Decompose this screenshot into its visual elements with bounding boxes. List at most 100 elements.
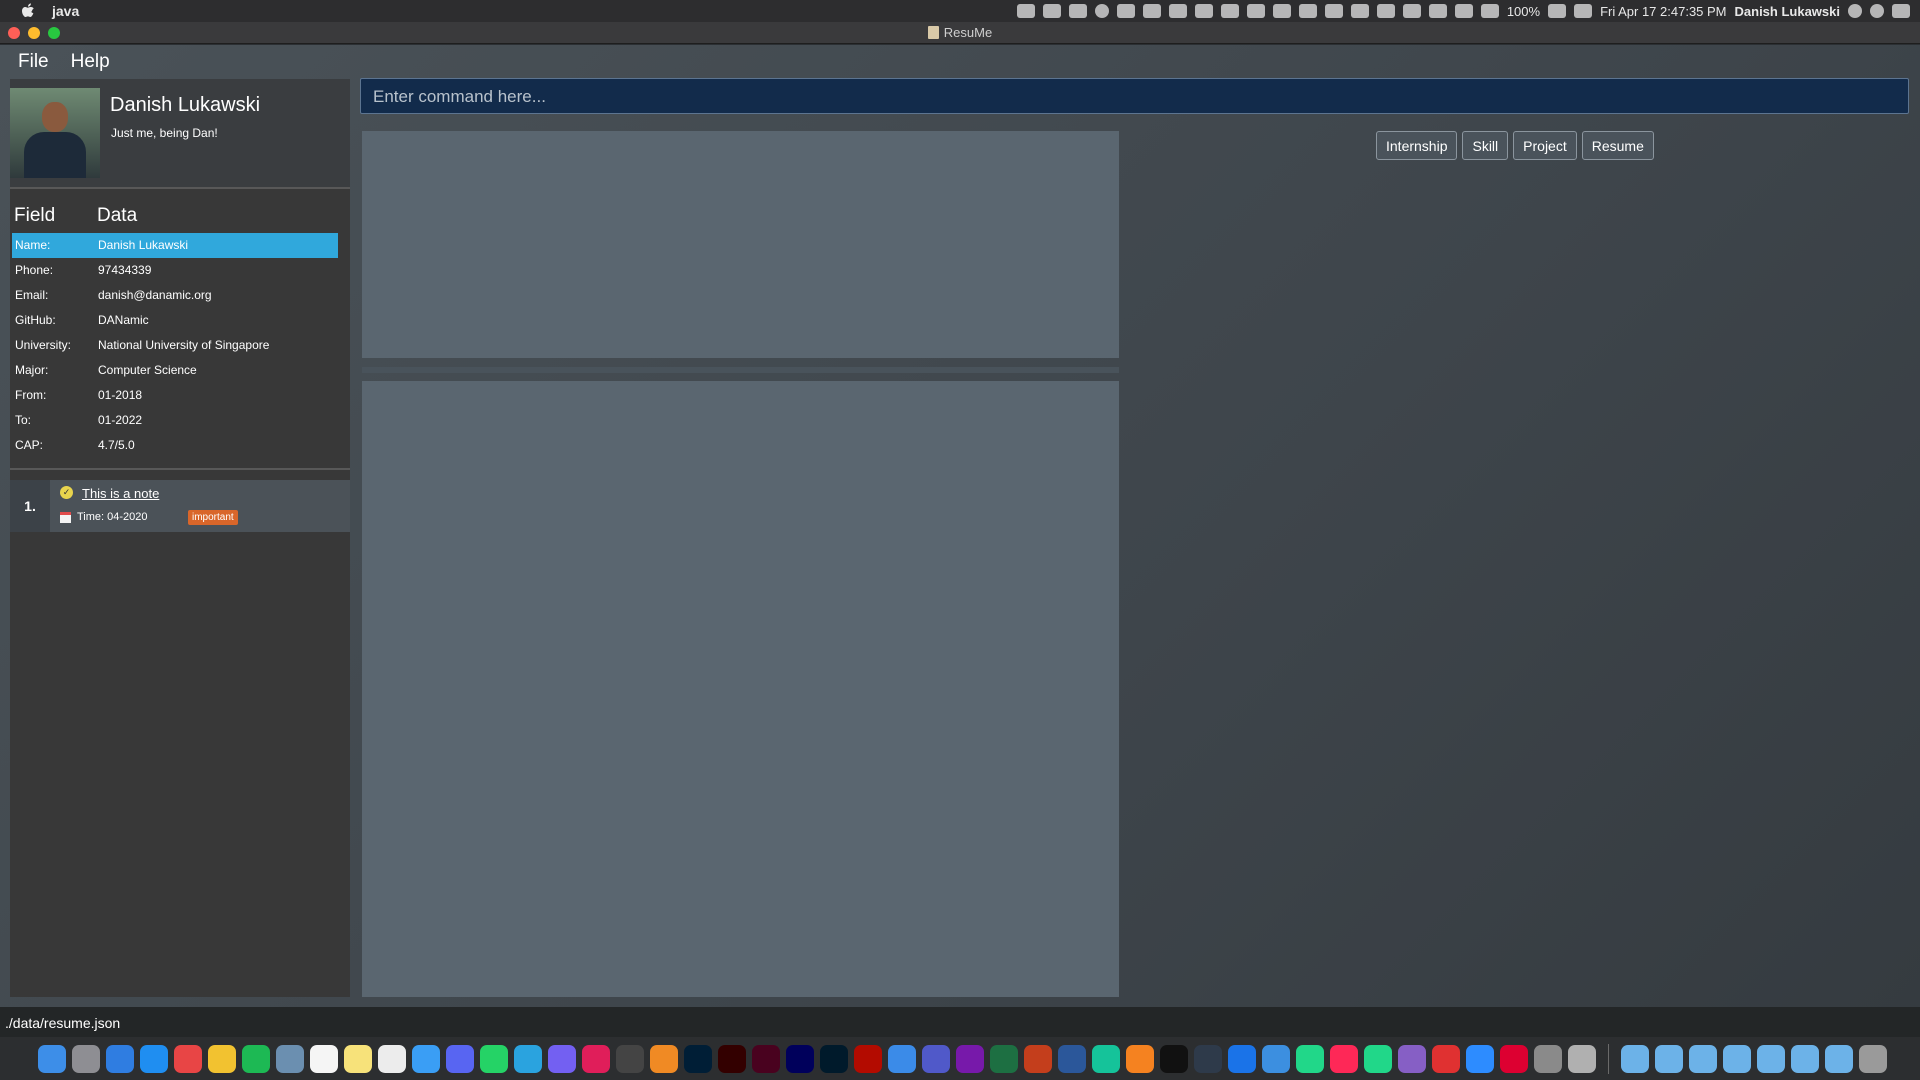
excel-icon[interactable] — [990, 1044, 1018, 1073]
grid-icon[interactable] — [1298, 4, 1317, 18]
column-header-field[interactable]: Field — [14, 205, 55, 227]
spotlight-search-icon[interactable] — [1848, 4, 1862, 18]
script-editor-icon[interactable] — [1568, 1044, 1596, 1073]
indesign-icon[interactable] — [752, 1044, 780, 1073]
project-button[interactable]: Project — [1513, 131, 1577, 160]
note-card[interactable]: 1. ✓ This is a note Time: 04-2020 import… — [10, 480, 350, 532]
table-row[interactable]: To: 01-2022 — [10, 408, 350, 433]
telegram-icon[interactable] — [514, 1044, 542, 1073]
internship-button[interactable]: Internship — [1376, 131, 1458, 160]
volume-icon[interactable] — [1574, 4, 1593, 18]
downloads-folder-icon[interactable] — [1723, 1044, 1751, 1073]
table-row[interactable]: University: National University of Singap… — [10, 333, 350, 358]
vpn-icon[interactable] — [1324, 4, 1343, 18]
preview-icon[interactable] — [276, 1044, 304, 1073]
backup-icon[interactable] — [1142, 4, 1161, 18]
word-icon[interactable] — [1058, 1044, 1086, 1073]
sync-icon[interactable] — [1094, 4, 1109, 18]
photos-icon[interactable] — [650, 1044, 678, 1073]
keynote-icon[interactable] — [888, 1044, 916, 1073]
onenote-icon[interactable] — [956, 1044, 984, 1073]
news-icon[interactable] — [174, 1044, 202, 1073]
location-icon[interactable] — [1016, 4, 1035, 18]
cloud-icon[interactable] — [1116, 4, 1135, 18]
clion-icon[interactable] — [1296, 1044, 1324, 1073]
notification-center-icon[interactable] — [1892, 4, 1910, 18]
menu-file[interactable]: File — [18, 51, 49, 73]
box-icon[interactable] — [1220, 4, 1239, 18]
command-input[interactable]: Enter command here... — [360, 78, 1909, 114]
sublime-icon[interactable] — [1126, 1044, 1154, 1073]
messages-icon[interactable] — [412, 1044, 440, 1073]
chrome-icon[interactable] — [208, 1044, 236, 1073]
zoom-icon[interactable] — [1466, 1044, 1494, 1073]
spotify-icon[interactable] — [242, 1044, 270, 1073]
menu-help[interactable]: Help — [71, 51, 110, 73]
terminal-icon[interactable] — [1160, 1044, 1188, 1073]
note-title[interactable]: This is a note — [82, 486, 159, 501]
calendar-app-icon[interactable] — [310, 1044, 338, 1073]
angular-icon[interactable] — [1500, 1044, 1528, 1073]
table-row[interactable]: Email: danish@danamic.org — [10, 283, 350, 308]
airplay-icon[interactable] — [1480, 4, 1499, 18]
bluetooth-icon[interactable] — [1402, 4, 1421, 18]
finder-icon[interactable] — [38, 1044, 66, 1073]
intellij-icon[interactable] — [1330, 1044, 1358, 1073]
documents-folder-icon[interactable] — [1655, 1044, 1683, 1073]
lightroom-icon[interactable] — [820, 1044, 848, 1073]
lock-icon[interactable] — [1194, 4, 1213, 18]
table-row[interactable]: CAP: 4.7/5.0 — [10, 433, 350, 458]
table-row[interactable]: Phone: 97434339 — [10, 258, 350, 283]
menubar-app-name[interactable]: java — [52, 3, 79, 19]
notes-app-icon[interactable] — [344, 1044, 372, 1073]
folder-icon[interactable] — [1791, 1044, 1819, 1073]
slack-icon[interactable] — [582, 1044, 610, 1073]
system-preferences-icon[interactable] — [72, 1044, 100, 1073]
reminders-icon[interactable] — [378, 1044, 406, 1073]
trash-icon[interactable] — [1859, 1044, 1887, 1073]
battery-percent[interactable]: 100% — [1507, 4, 1540, 19]
discord-icon[interactable] — [446, 1044, 474, 1073]
java-app-icon[interactable] — [1534, 1044, 1562, 1073]
illustrator-icon[interactable] — [718, 1044, 746, 1073]
github-desktop-icon[interactable] — [1194, 1044, 1222, 1073]
teams-icon[interactable] — [922, 1044, 950, 1073]
photoshop-icon[interactable] — [684, 1044, 712, 1073]
pane-divider[interactable] — [362, 367, 1119, 373]
visual-studio-icon[interactable] — [1398, 1044, 1426, 1073]
premiere-icon[interactable] — [786, 1044, 814, 1073]
table-row[interactable]: From: 01-2018 — [10, 383, 350, 408]
xcode-icon[interactable] — [1262, 1044, 1290, 1073]
creative-cloud-icon[interactable] — [1168, 4, 1187, 18]
column-header-data[interactable]: Data — [97, 205, 137, 227]
menubar-user[interactable]: Danish Lukawski — [1735, 4, 1840, 19]
messenger-icon[interactable] — [106, 1044, 134, 1073]
screen-record-icon[interactable] — [1042, 4, 1061, 18]
apple-menu-icon[interactable] — [18, 1, 38, 21]
whatsapp-icon[interactable] — [480, 1044, 508, 1073]
acrobat-icon[interactable] — [854, 1044, 882, 1073]
skill-button[interactable]: Skill — [1462, 131, 1509, 160]
table-row[interactable]: Major: Computer Science — [10, 358, 350, 383]
final-cut-icon[interactable] — [616, 1044, 644, 1073]
resume-button[interactable]: Resume — [1581, 131, 1654, 160]
folder-icon[interactable] — [1825, 1044, 1853, 1073]
app-store-icon[interactable] — [140, 1044, 168, 1073]
notification-mute-icon[interactable] — [1376, 4, 1395, 18]
menubar-clock[interactable]: Fri Apr 17 2:47:35 PM — [1600, 4, 1726, 19]
siri-icon[interactable] — [1870, 4, 1884, 18]
dropbox-icon[interactable] — [1068, 4, 1087, 18]
folder-icon[interactable] — [1757, 1044, 1785, 1073]
table-row[interactable]: Name: Danish Lukawski — [12, 233, 338, 258]
calendar-icon[interactable] — [1272, 4, 1291, 18]
activity-monitor-icon[interactable] — [1432, 1044, 1460, 1073]
applications-folder-icon[interactable] — [1621, 1044, 1649, 1073]
powerpoint-icon[interactable] — [1024, 1044, 1052, 1073]
eject-icon[interactable] — [1454, 4, 1473, 18]
pycharm-icon[interactable] — [1364, 1044, 1392, 1073]
tools-icon[interactable] — [1350, 4, 1369, 18]
wifi-icon[interactable] — [1428, 4, 1447, 18]
viber-icon[interactable] — [548, 1044, 576, 1073]
maps-icon[interactable] — [1228, 1044, 1256, 1073]
battery-icon[interactable] — [1548, 4, 1567, 18]
